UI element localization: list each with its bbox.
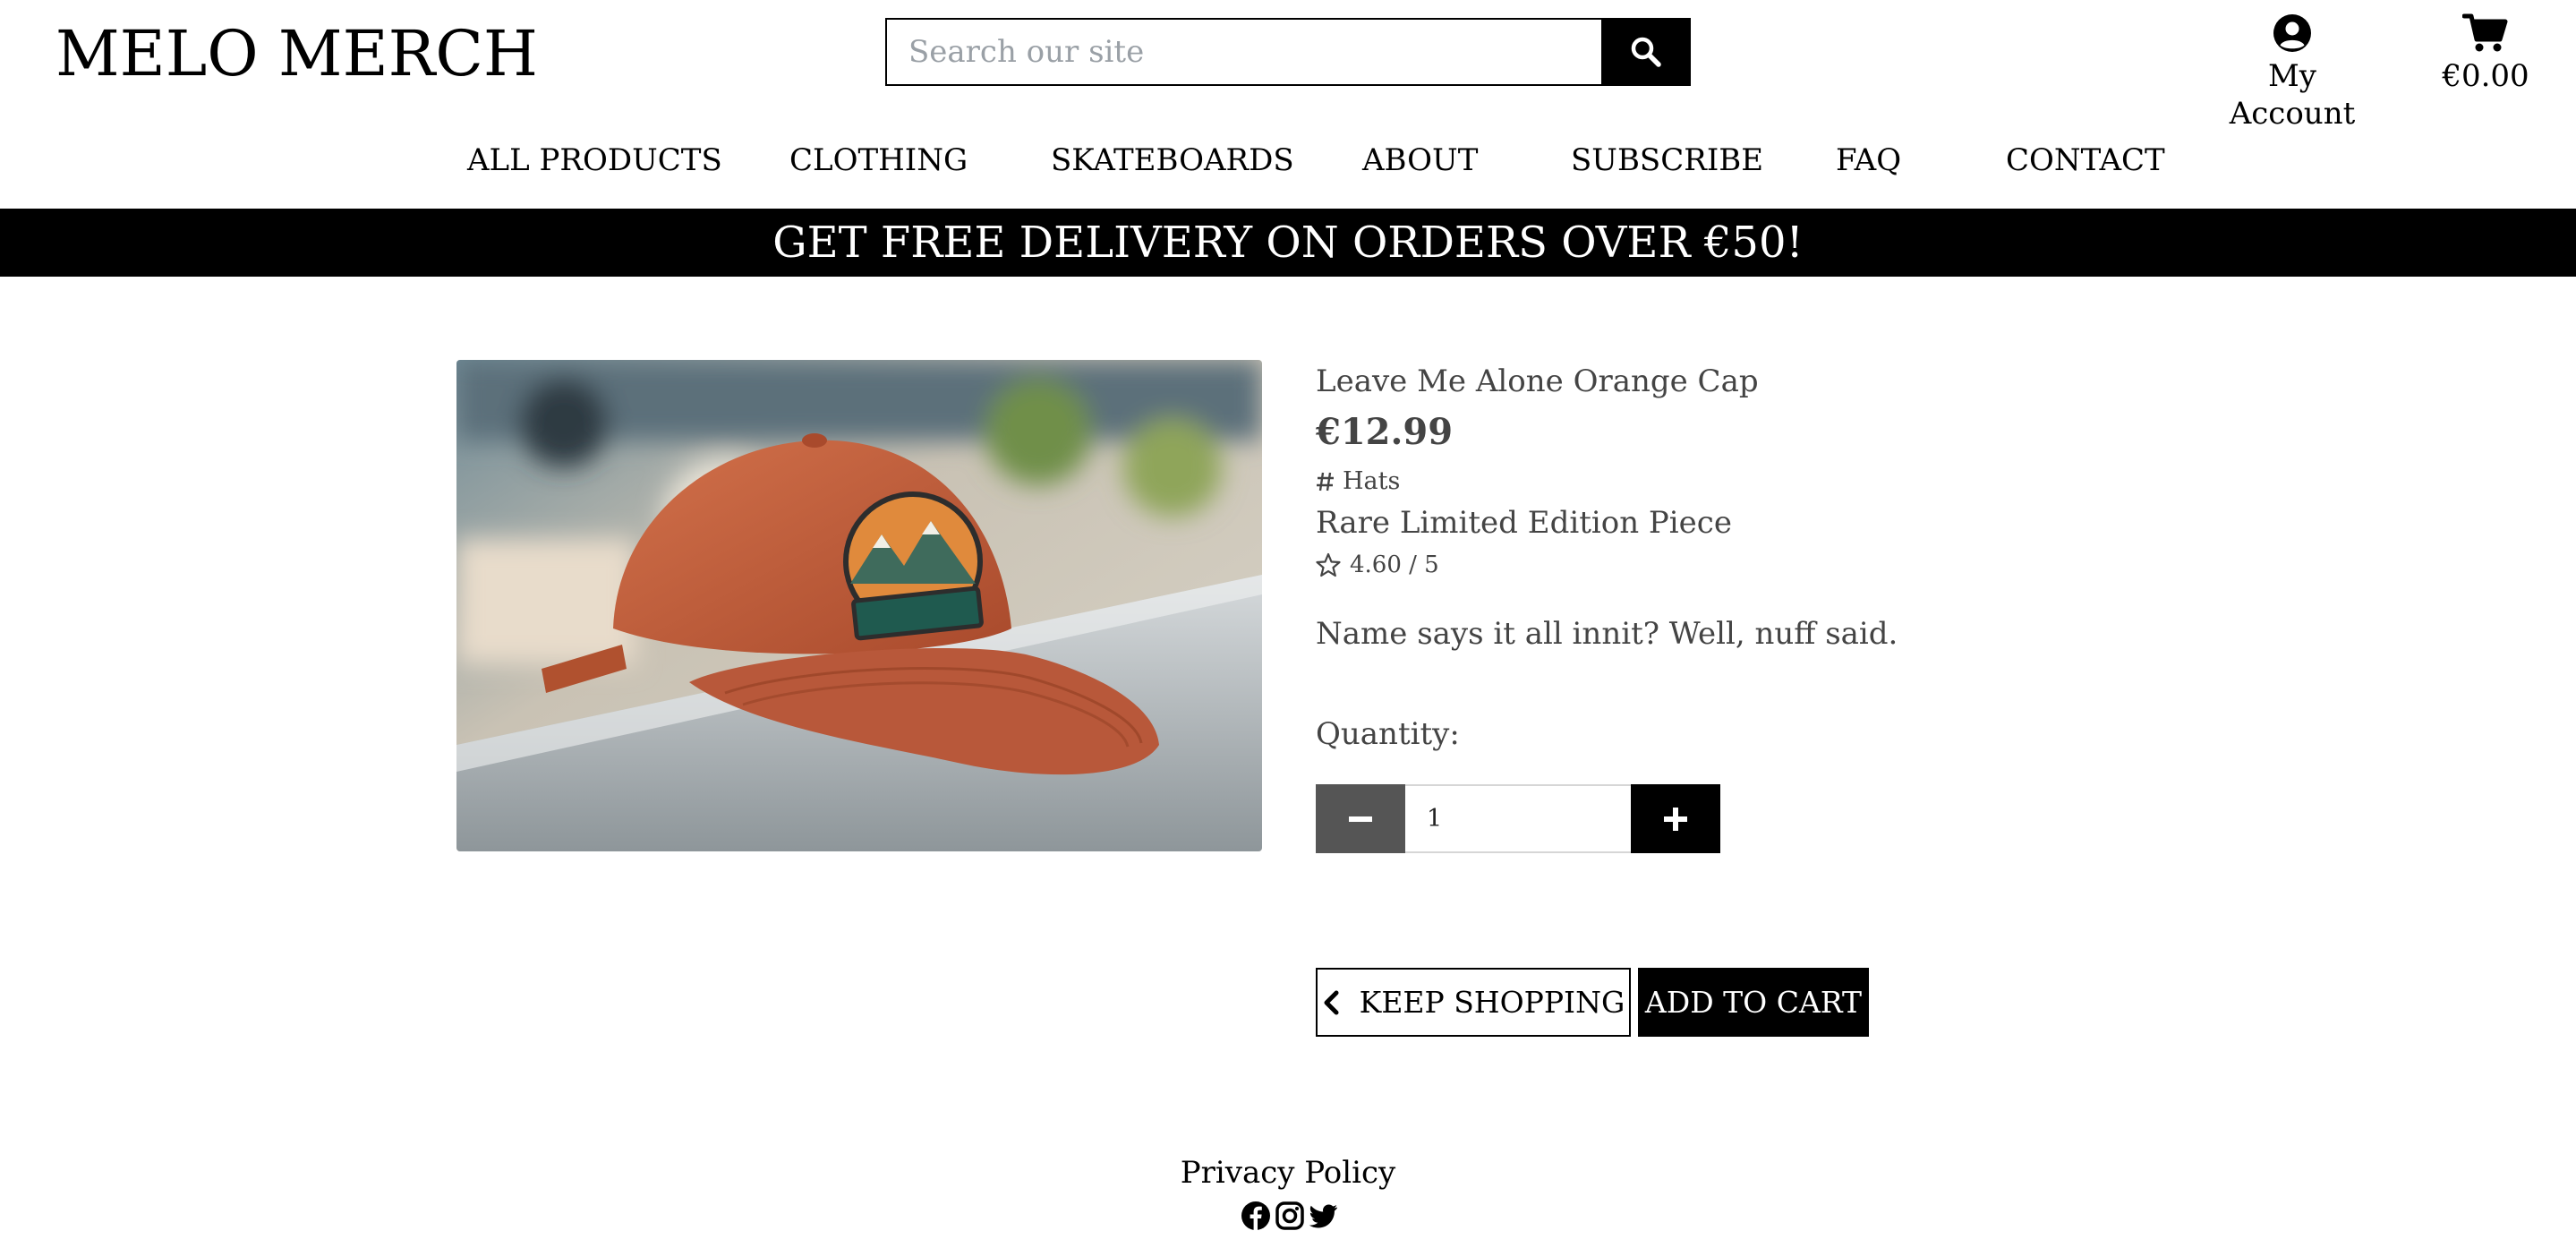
brand-logo[interactable]: MELO MERCH (55, 16, 538, 91)
decrement-button[interactable] (1316, 784, 1405, 853)
nav-item-contact[interactable]: CONTACT (2006, 136, 2165, 184)
search-input[interactable] (885, 18, 1601, 86)
main-nav: ALL PRODUCTS CLOTHING SKATEBOARDS ABOUT … (0, 136, 2576, 184)
facebook-icon[interactable] (1241, 1201, 1271, 1231)
search-button[interactable] (1601, 18, 1691, 86)
plus-icon (1664, 807, 1687, 831)
product-image (456, 360, 1262, 851)
nav-item-subscribe[interactable]: SUBSCRIBE (1571, 136, 1763, 184)
product-badge: Rare Limited Edition Piece (1316, 505, 1732, 541)
quantity-stepper (1316, 784, 1720, 853)
cart-total: €0.00 (2442, 58, 2529, 94)
instagram-icon[interactable] (1275, 1201, 1305, 1231)
nav-item-all-products[interactable]: ALL PRODUCTS (467, 136, 722, 184)
shopping-cart-icon (2461, 13, 2508, 52)
keep-shopping-label: KEEP SHOPPING (1359, 985, 1625, 1020)
promo-banner: GET FREE DELIVERY ON ORDERS OVER €50! (0, 209, 2576, 277)
search-icon (1631, 37, 1661, 67)
nav-item-faq[interactable]: FAQ (1836, 136, 1901, 184)
chevron-left-icon (1324, 990, 1339, 1014)
product-rating: 4.60 / 5 (1316, 548, 1439, 582)
keep-shopping-button[interactable]: KEEP SHOPPING (1316, 968, 1631, 1037)
rating-value: 4.60 / 5 (1350, 551, 1439, 578)
my-account-label: My Account (2229, 58, 2356, 132)
search-bar (885, 18, 1691, 86)
quantity-label: Quantity: (1316, 716, 1460, 752)
add-to-cart-button[interactable]: ADD TO CART (1638, 968, 1869, 1037)
nav-item-about[interactable]: ABOUT (1362, 136, 1478, 184)
nav-item-skateboards[interactable]: SKATEBOARDS (1051, 136, 1294, 184)
star-outline-icon (1316, 552, 1341, 577)
product-category: Hats (1343, 467, 1401, 495)
twitter-icon[interactable] (1309, 1201, 1339, 1231)
privacy-policy-link[interactable]: Privacy Policy (0, 1150, 2576, 1196)
product-photo (456, 360, 1262, 851)
cart-link[interactable]: €0.00 (2436, 9, 2535, 95)
product-name: Leave Me Alone Orange Cap (1316, 363, 1759, 399)
product-category-link[interactable]: Hats (1316, 464, 1400, 500)
minus-icon (1349, 816, 1372, 822)
my-account-link[interactable]: My Account (2216, 9, 2368, 132)
increment-button[interactable] (1631, 784, 1720, 853)
nav-item-clothing[interactable]: CLOTHING (789, 136, 968, 184)
product-description: Name says it all innit? Well, nuff said. (1316, 616, 1898, 652)
social-links (1241, 1198, 1339, 1234)
product-price: €12.99 (1316, 411, 1454, 453)
user-circle-icon (2273, 14, 2311, 52)
hashtag-icon (1317, 472, 1334, 492)
quantity-input[interactable] (1405, 784, 1631, 853)
